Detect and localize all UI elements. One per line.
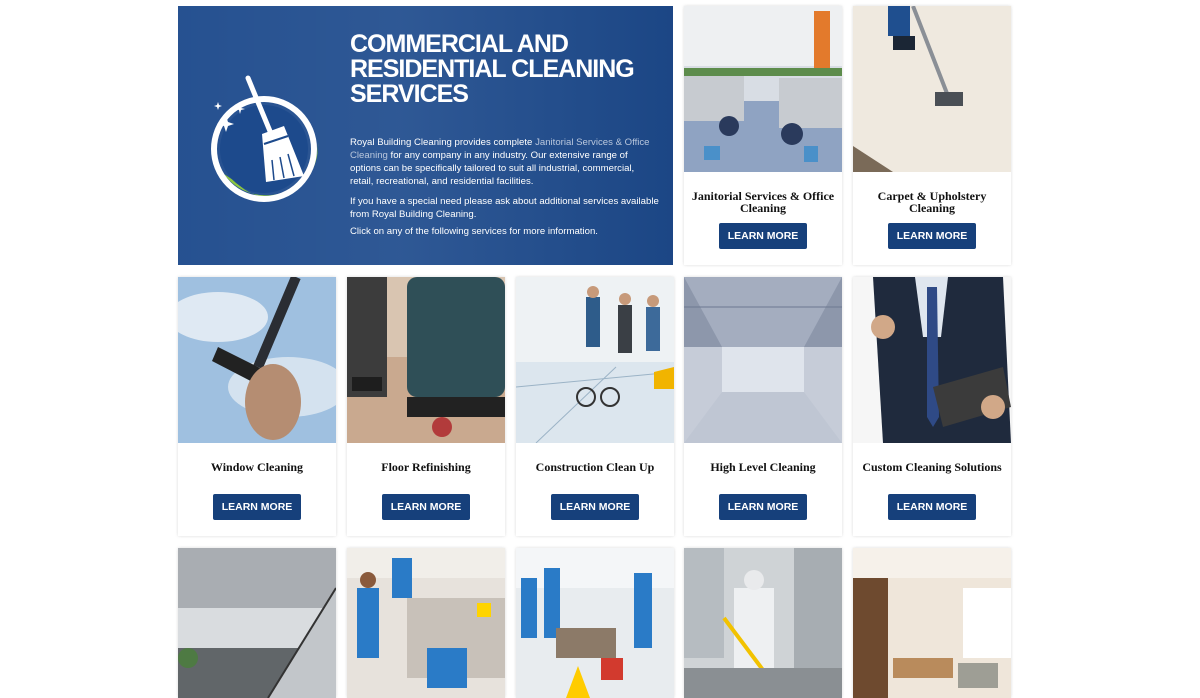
lobby-photo (853, 548, 1011, 698)
service-caption: Floor Refinishing (381, 460, 471, 474)
service-caption: Carpet & Upholstery Cleaning (877, 189, 987, 215)
learn-more-button[interactable]: LEARN MORE (719, 494, 807, 520)
staircase-photo (178, 548, 336, 698)
service-card-janitorial[interactable]: Janitorial Services & Office Cleaning LE… (684, 6, 842, 265)
service-card-carpet[interactable]: Carpet & Upholstery Cleaning LEARN MORE (853, 6, 1011, 265)
service-card-row3-2[interactable] (347, 548, 505, 698)
service-card-window[interactable]: Window Cleaning LEARN MORE (178, 277, 336, 536)
learn-more-button[interactable]: LEARN MORE (888, 494, 976, 520)
window-squeegee-photo (178, 277, 336, 443)
learn-more-button[interactable]: LEARN MORE (551, 494, 639, 520)
hero-intro: Royal Building Cleaning provides complet… (350, 136, 660, 188)
learn-more-button[interactable]: LEARN MORE (382, 494, 470, 520)
businessman-clipboard-photo (853, 277, 1011, 443)
learn-more-button[interactable]: LEARN MORE (888, 223, 976, 249)
service-caption: Custom Cleaning Solutions (862, 460, 1002, 474)
service-card-row3-5[interactable] (853, 548, 1011, 698)
office-cleaning-team-photo (516, 548, 674, 698)
service-card-row3-3[interactable] (516, 548, 674, 698)
service-caption: Window Cleaning (210, 460, 304, 474)
warehouse-photo (684, 277, 842, 443)
industrial-cleaner-photo (684, 548, 842, 698)
service-caption: Construction Clean Up (535, 460, 655, 474)
service-card-construction[interactable]: Construction Clean Up LEARN MORE (516, 277, 674, 536)
carpet-cleaning-photo (853, 6, 1011, 172)
construction-plans-photo (516, 277, 674, 443)
office-cubicles-photo (684, 6, 842, 172)
broom-logo-icon (211, 75, 319, 202)
hero-intro-text-2: for any company in any industry. Our ext… (350, 150, 635, 187)
service-card-row3-1[interactable] (178, 548, 336, 698)
service-caption: High Level Cleaning (710, 460, 816, 474)
service-card-row3-4[interactable] (684, 548, 842, 698)
hero-special-need: If you have a special need please ask ab… (350, 196, 659, 220)
hero-banner: COMMERCIAL AND RESIDENTIAL CLEANING SERV… (178, 6, 673, 265)
hero-title: COMMERCIAL AND RESIDENTIAL CLEANING SERV… (350, 30, 635, 108)
floor-machine-photo (347, 277, 505, 443)
hero-click-note: Click on any of the following services f… (350, 226, 598, 237)
kitchen-cleaners-photo (347, 548, 505, 698)
service-caption: Janitorial Services & Office Cleaning (691, 189, 835, 215)
service-card-floor[interactable]: Floor Refinishing LEARN MORE (347, 277, 505, 536)
learn-more-button[interactable]: LEARN MORE (213, 494, 301, 520)
hero-intro-text: Royal Building Cleaning provides complet… (350, 137, 536, 148)
service-card-custom[interactable]: Custom Cleaning Solutions LEARN MORE (853, 277, 1011, 536)
service-card-high-level[interactable]: High Level Cleaning LEARN MORE (684, 277, 842, 536)
learn-more-button[interactable]: LEARN MORE (719, 223, 807, 249)
